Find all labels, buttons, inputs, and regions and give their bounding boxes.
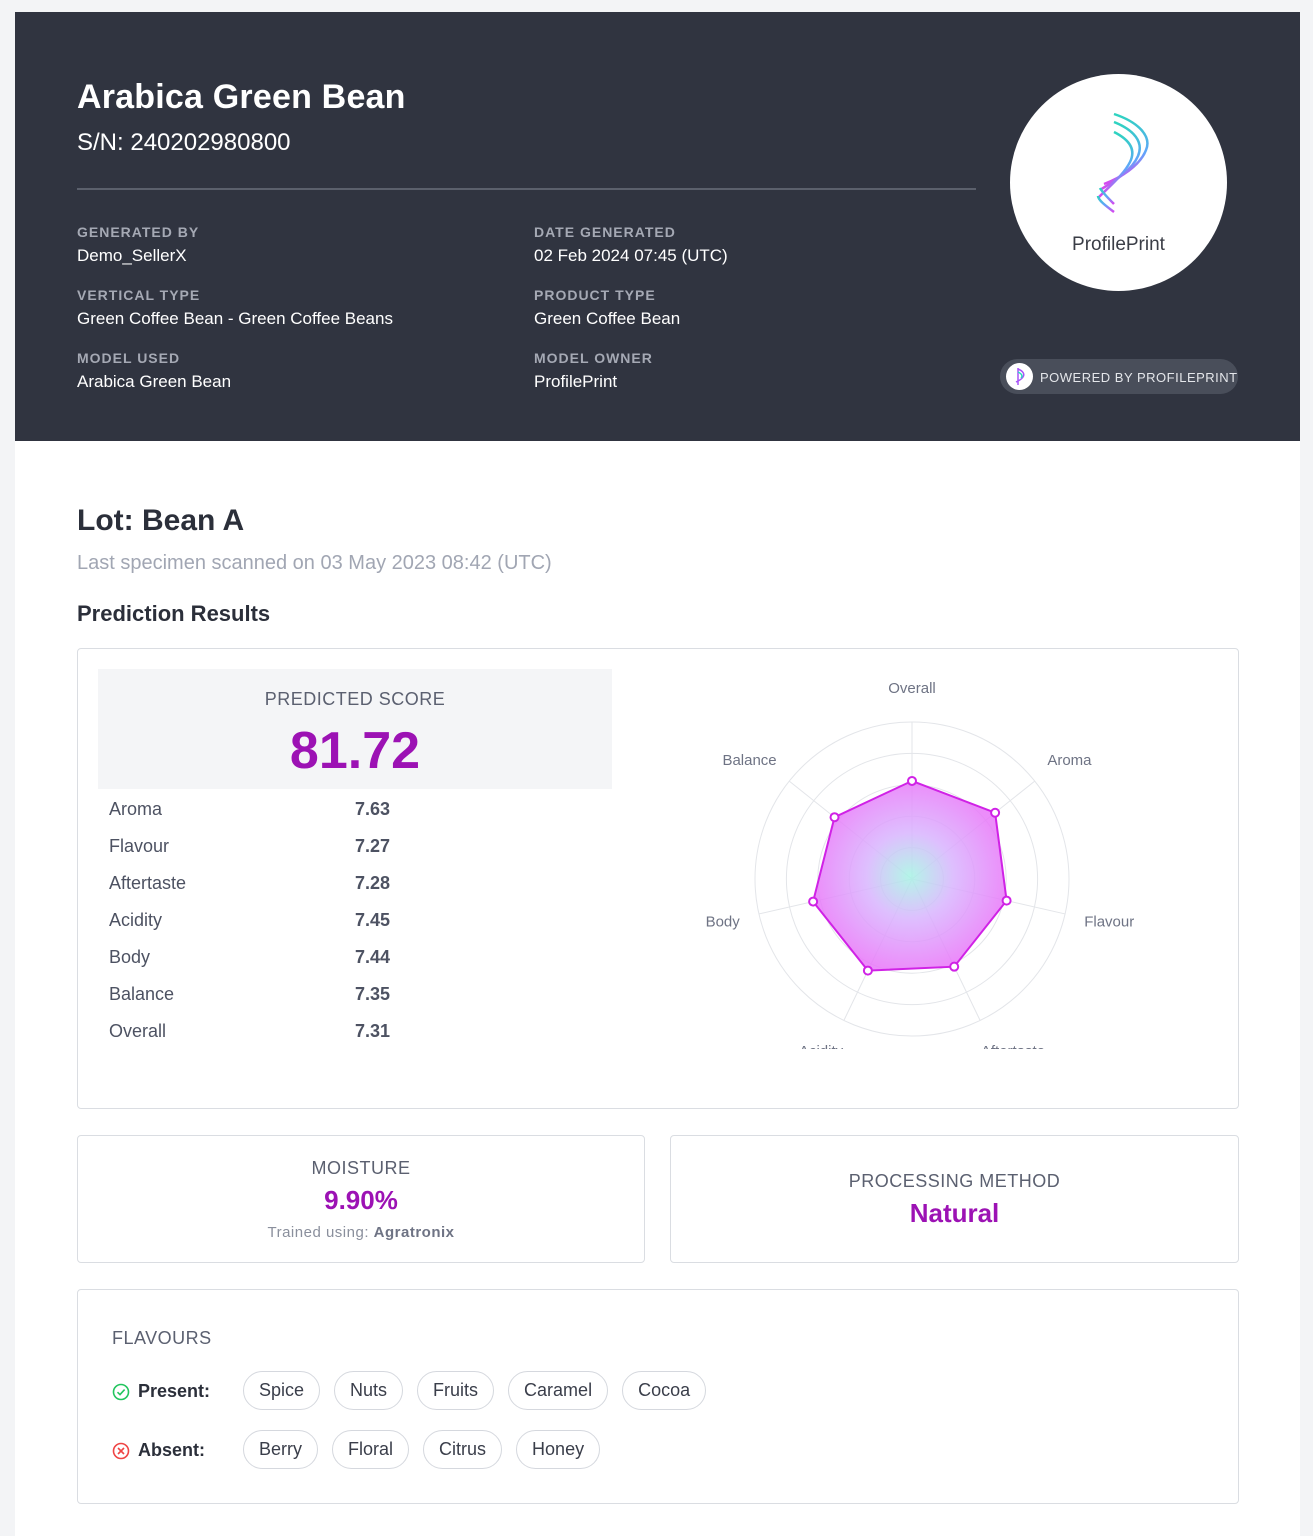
absent-label-text: Absent: xyxy=(138,1440,205,1460)
flavours-title: FLAVOURS xyxy=(112,1328,212,1348)
vertical-type-label: VERTICAL TYPE xyxy=(77,287,201,303)
flavour-pill-absent: Floral xyxy=(332,1430,410,1469)
attribute-label-body: Body xyxy=(109,947,151,967)
present-label-text: Present: xyxy=(138,1381,211,1401)
attribute-label-overall: Overall xyxy=(109,1021,167,1041)
moisture-card: MOISTURE 9.90% Trained using: Agratronix xyxy=(77,1135,645,1263)
attribute-label-aftertaste: Aftertaste xyxy=(109,873,187,893)
radar-point-balance xyxy=(829,812,840,823)
powered-by-badge[interactable]: POWERED BY PROFILEPRINT xyxy=(1000,359,1238,394)
predicted-score-box: PREDICTED SCORE 81.72 xyxy=(98,669,612,789)
profileprint-logo-icon xyxy=(1096,112,1149,224)
flavour-pill-present: Fruits xyxy=(417,1371,495,1410)
powered-by-logo-icon xyxy=(1006,363,1033,390)
product-type-label: PRODUCT TYPE xyxy=(534,287,656,303)
flavour-pill-present: Caramel xyxy=(508,1371,609,1410)
radar-point-acidity xyxy=(862,965,873,976)
flavours-absent-label: Absent: xyxy=(112,1440,205,1461)
radar-point-aftertaste xyxy=(949,961,960,972)
radar-axis-label-aftertaste: Aftertaste xyxy=(981,1043,1045,1049)
moisture-value: 9.90% xyxy=(324,1185,398,1215)
attribute-value-aroma: 7.63 xyxy=(355,799,391,819)
lot-title: Lot: Bean A xyxy=(77,504,245,537)
flavour-pill-present: Spice xyxy=(243,1371,321,1410)
flavour-pill-absent: Berry xyxy=(243,1430,319,1469)
x-circle-icon xyxy=(112,1442,130,1459)
flavour-pill-present: Nuts xyxy=(334,1371,404,1410)
last-scanned-text: Last specimen scanned on 03 May 2023 08:… xyxy=(77,552,552,574)
flavour-pill-present: Cocoa xyxy=(622,1371,707,1410)
predicted-score-value: 81.72 xyxy=(289,722,421,780)
profileprint-logo: ProfilePrint xyxy=(1010,74,1227,291)
report-header: Arabica Green Bean S/N: 240202980800 GEN… xyxy=(15,12,1300,441)
generated-by-label: GENERATED BY xyxy=(77,224,200,240)
radar-axis-label-acidity: Acidity xyxy=(799,1043,844,1049)
flavours-card: FLAVOURS Present: Spice Nuts Fruits Cara… xyxy=(77,1289,1239,1504)
attribute-value-aftertaste: 7.28 xyxy=(355,873,391,893)
attribute-label-acidity: Acidity xyxy=(109,910,163,930)
product-type-value: Green Coffee Bean xyxy=(534,309,681,328)
attribute-label-balance: Balance xyxy=(109,984,175,1004)
processing-method-card: PROCESSING METHOD Natural xyxy=(670,1135,1239,1263)
processing-method-label: PROCESSING METHOD xyxy=(848,1171,1061,1191)
attribute-label-aroma: Aroma xyxy=(109,799,163,819)
date-generated-value: 02 Feb 2024 07:45 (UTC) xyxy=(534,246,728,265)
model-owner-value: ProfilePrint xyxy=(534,372,618,391)
moisture-note-source: Agratronix xyxy=(373,1224,455,1241)
vertical-type-value: Green Coffee Bean - Green Coffee Beans xyxy=(77,309,393,328)
radar-axis-label-body: Body xyxy=(706,914,741,931)
attribute-value-balance: 7.35 xyxy=(355,984,391,1004)
logo-wordmark: ProfilePrint xyxy=(1072,234,1165,255)
model-used-value: Arabica Green Bean xyxy=(77,372,232,391)
radar-point-overall xyxy=(907,775,917,786)
date-generated-label: DATE GENERATED xyxy=(534,224,676,240)
radar-chart: Overall Aroma Flavour Aftertaste Acidity Body… xyxy=(706,680,1135,1049)
radar-axis-label-flavour: Flavour xyxy=(1084,914,1134,931)
powered-by-text: POWERED BY PROFILEPRINT xyxy=(1040,370,1238,385)
model-used-label: MODEL USED xyxy=(77,350,181,366)
prediction-card: PREDICTED SCORE 81.72 Aroma 7.63 Flavour… xyxy=(77,648,1239,1109)
check-circle-icon xyxy=(112,1383,130,1400)
moisture-note-prefix: Trained using: xyxy=(267,1224,369,1241)
processing-method-value: Natural xyxy=(909,1198,1000,1228)
product-title: Arabica Green Bean xyxy=(77,78,406,116)
serial-number: S/N: 240202980800 xyxy=(77,129,291,156)
radar-point-flavour xyxy=(1001,895,1012,906)
radar-point-body xyxy=(808,896,819,907)
predicted-score-label: PREDICTED SCORE xyxy=(264,689,446,709)
radar-axis-label-aroma: Aroma xyxy=(1047,752,1092,769)
absent-flavour-list: Berry Floral Citrus Honey xyxy=(243,1430,601,1469)
prediction-results-heading: Prediction Results xyxy=(77,601,271,626)
flavour-pill-absent: Honey xyxy=(516,1430,601,1469)
header-divider xyxy=(77,188,976,190)
radar-point-aroma xyxy=(990,807,1001,818)
radar-axis-label-overall: Overall xyxy=(888,680,936,697)
attribute-value-overall: 7.31 xyxy=(355,1021,391,1041)
moisture-label: MOISTURE xyxy=(311,1158,411,1178)
flavours-present-label: Present: xyxy=(112,1381,210,1402)
attribute-label-flavour: Flavour xyxy=(109,836,170,856)
radar-axis-label-balance: Balance xyxy=(722,752,776,769)
model-owner-label: MODEL OWNER xyxy=(534,350,653,366)
report-page: Arabica Green Bean S/N: 240202980800 GEN… xyxy=(15,12,1300,1536)
attribute-value-body: 7.44 xyxy=(355,947,391,967)
moisture-note: Trained using: Agratronix xyxy=(78,1224,644,1241)
generated-by-value: Demo_SellerX xyxy=(77,246,187,265)
present-flavour-list: Spice Nuts Fruits Caramel Cocoa xyxy=(243,1371,707,1410)
attribute-value-acidity: 7.45 xyxy=(355,910,391,930)
attribute-value-flavour: 7.27 xyxy=(355,836,391,856)
flavour-pill-absent: Citrus xyxy=(423,1430,503,1469)
